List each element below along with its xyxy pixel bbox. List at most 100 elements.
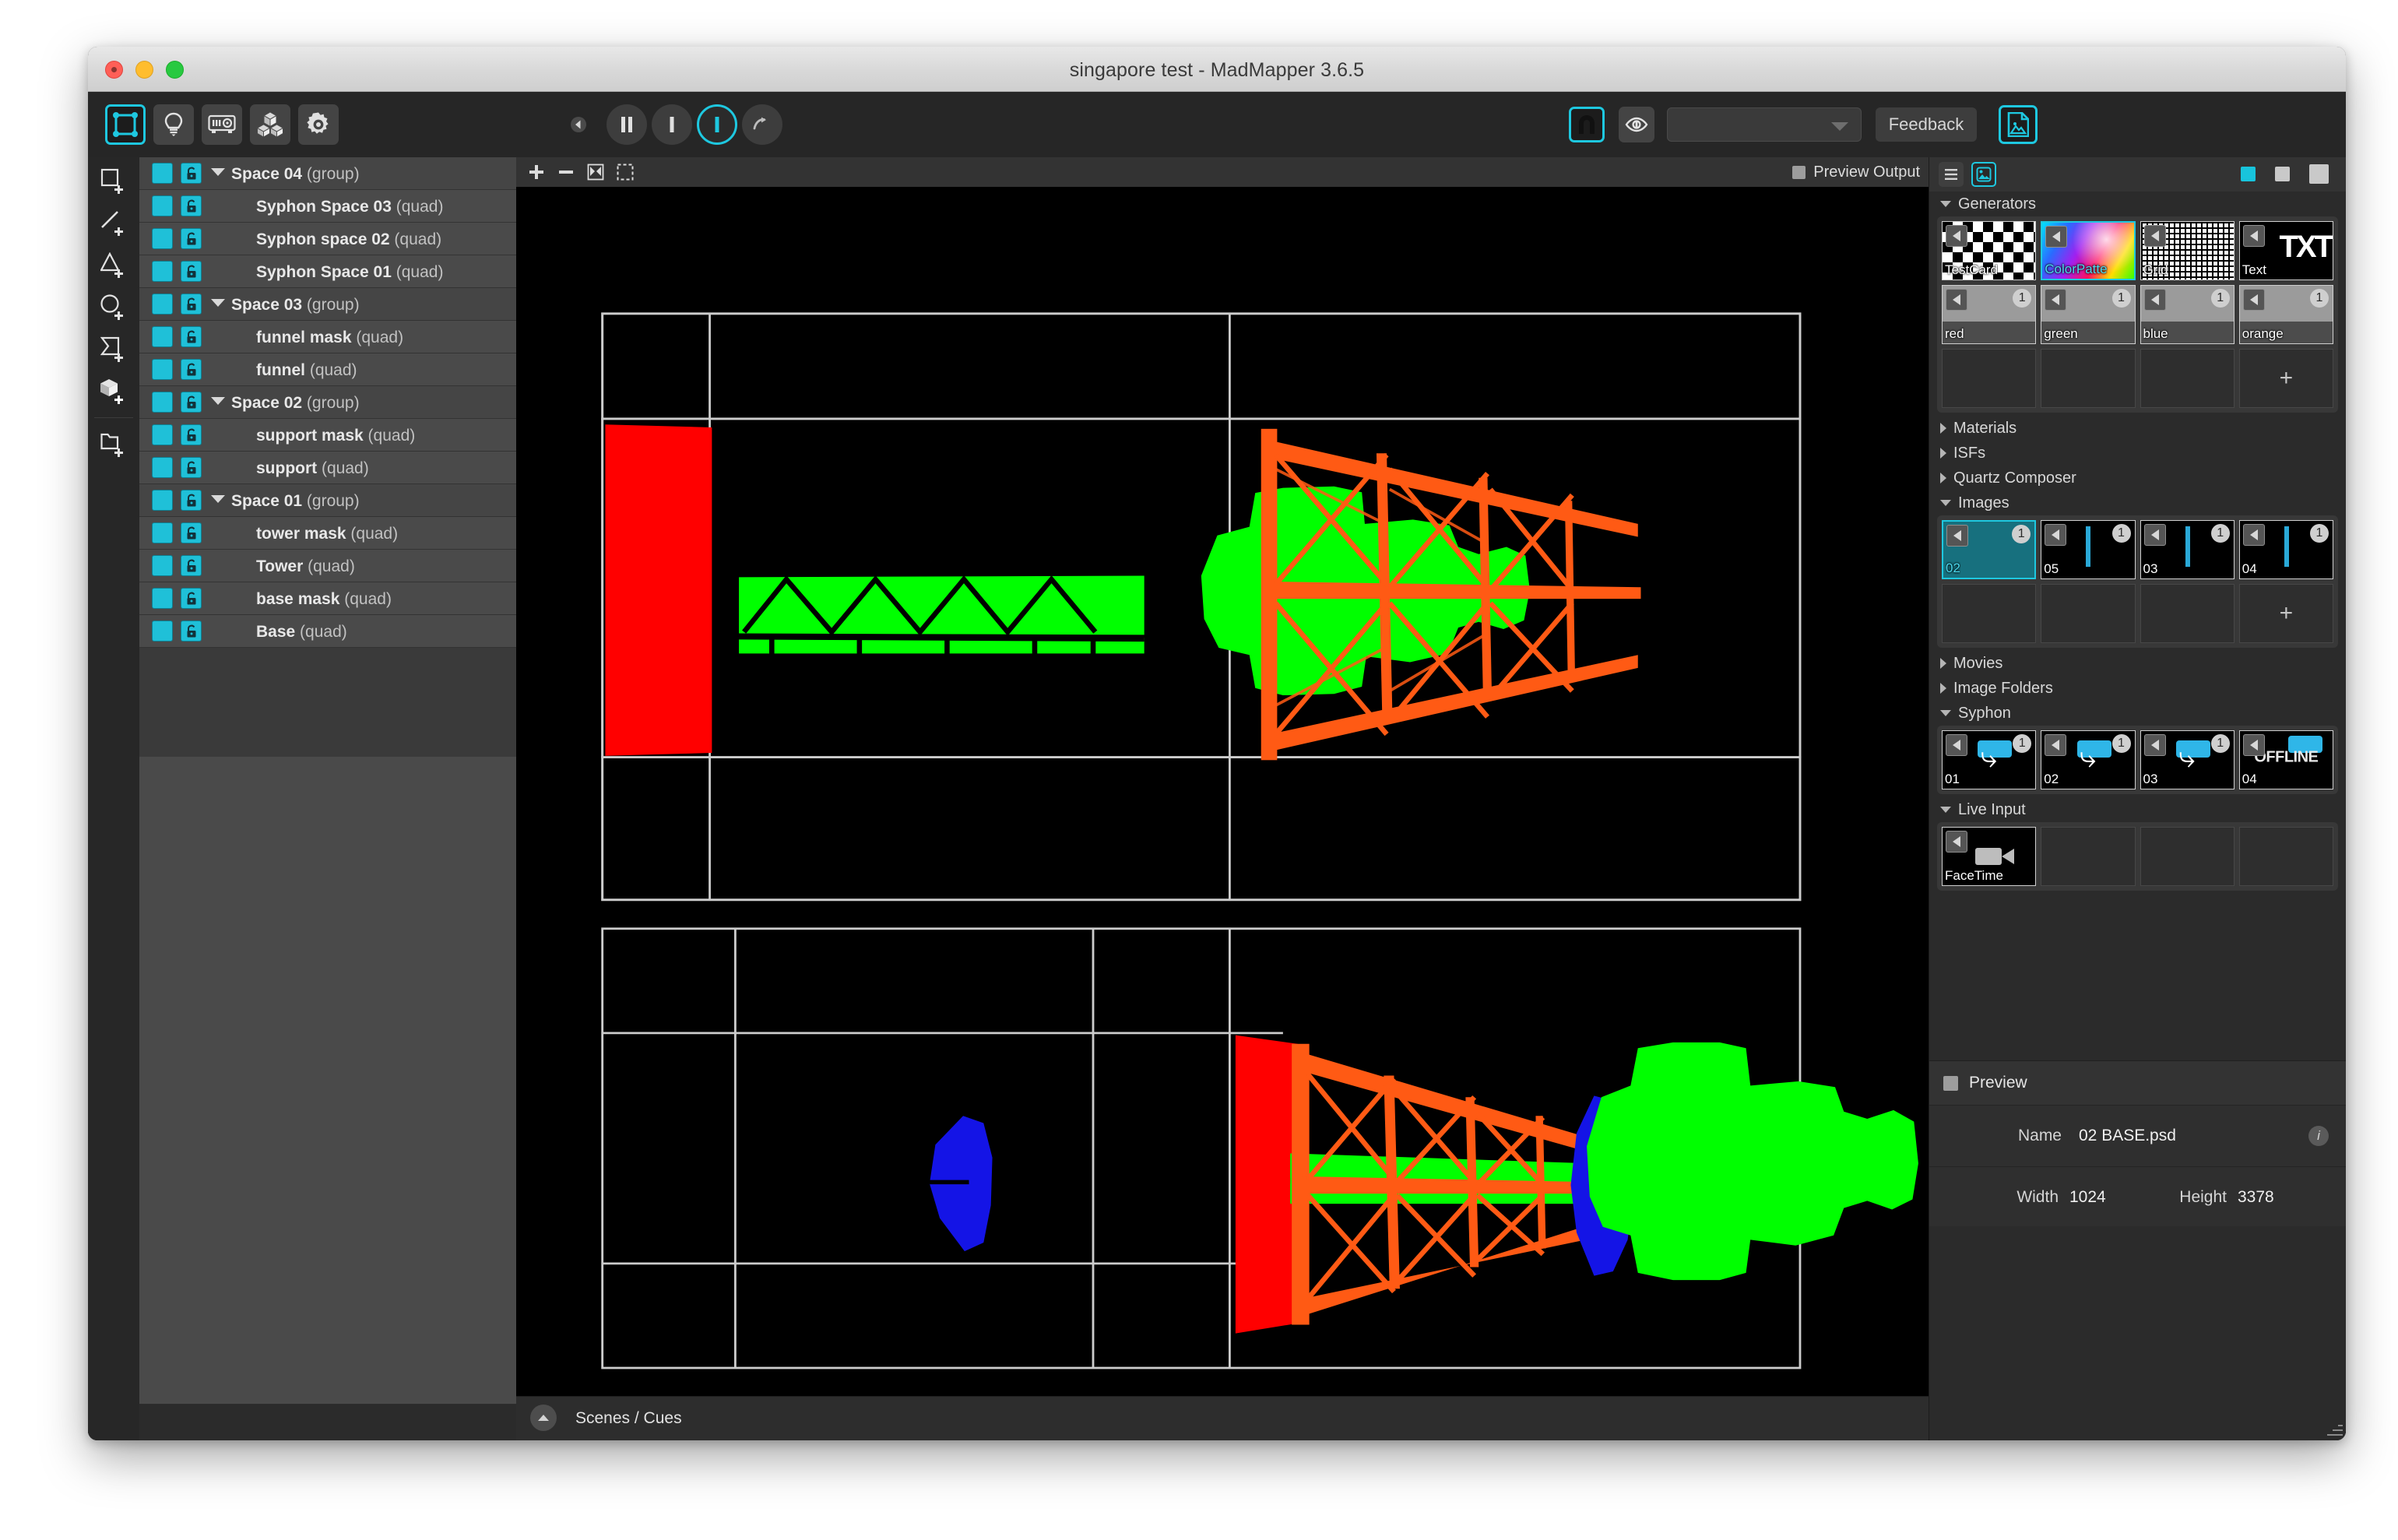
play-icon[interactable] (2045, 734, 2067, 756)
preview-header[interactable]: Preview (1929, 1061, 2346, 1106)
scenes-expand-button[interactable] (530, 1405, 557, 1431)
layer-visibility-swatch[interactable] (152, 163, 173, 184)
play-icon[interactable] (1946, 831, 1967, 853)
group-disclosure-triangle[interactable] (211, 495, 225, 503)
media-sections[interactable]: Generators TestCard ColorPatte Grid TXT Text 1… (1929, 192, 2346, 1056)
section-header-quartz-composer[interactable]: Quartz Composer (1929, 466, 2346, 490)
media-item[interactable]: 1 green (2041, 285, 2136, 344)
media-slot-empty[interactable] (2140, 349, 2234, 408)
layer-lock-toggle[interactable] (181, 424, 202, 445)
play-icon[interactable] (2242, 225, 2265, 247)
section-header-syphon[interactable]: Syphon (1929, 701, 2346, 726)
layer-lock-toggle[interactable] (181, 228, 202, 249)
layers-empty-area[interactable] (139, 757, 516, 1405)
thumb-small-button[interactable] (2241, 167, 2256, 181)
add-surface-button[interactable] (527, 163, 546, 181)
add-line-tool[interactable] (96, 206, 132, 241)
media-slot-empty[interactable] (1942, 584, 2037, 643)
list-view-button[interactable] (1939, 162, 1964, 187)
layer-row[interactable]: Base (quad) (139, 615, 516, 648)
media-item[interactable]: 1 orange (2238, 285, 2333, 344)
loop-button[interactable] (742, 104, 782, 145)
section-header-materials[interactable]: Materials (1929, 416, 2346, 441)
layer-row[interactable]: Syphon Space 01 (quad) (139, 255, 516, 288)
remove-surface-button[interactable] (557, 163, 575, 181)
play-icon[interactable] (1946, 225, 1967, 247)
layer-lock-toggle[interactable] (181, 326, 202, 347)
layer-visibility-swatch[interactable] (152, 522, 173, 543)
window-resize-grip[interactable] (2326, 1420, 2343, 1437)
add-mask-tool[interactable] (96, 332, 132, 367)
preview-output-toggle[interactable]: Preview Output (1792, 163, 1920, 181)
mapping-mode-button[interactable] (105, 104, 146, 145)
add-circle-tool[interactable] (96, 290, 132, 325)
group-disclosure-triangle[interactable] (211, 168, 225, 176)
preferences-button[interactable] (298, 104, 339, 145)
media-item[interactable]: ⤷ 1 03 (2140, 730, 2234, 789)
media-slot-empty[interactable] (2041, 584, 2136, 643)
group-disclosure-triangle[interactable] (211, 299, 225, 307)
play-icon[interactable] (2045, 289, 2067, 311)
play-icon[interactable] (1946, 289, 1967, 311)
media-item[interactable]: FaceTime (1942, 827, 2037, 886)
layer-visibility-swatch[interactable] (152, 195, 173, 216)
add-group-tool[interactable] (96, 427, 132, 462)
play-icon[interactable] (2143, 524, 2166, 546)
fit-view-button[interactable] (586, 163, 605, 181)
modules-mode-button[interactable] (250, 104, 290, 145)
layer-visibility-swatch[interactable] (152, 392, 173, 413)
snap-toggle-button[interactable] (1569, 107, 1605, 142)
media-slot-empty[interactable] (2140, 584, 2234, 643)
media-item[interactable]: 1 blue (2140, 285, 2234, 344)
layer-row[interactable]: Space 03 (group) (139, 288, 516, 321)
play-icon[interactable] (2143, 734, 2166, 756)
play-icon[interactable] (2242, 524, 2265, 546)
pause-button[interactable] (607, 104, 647, 145)
layer-row[interactable]: Space 02 (group) (139, 386, 516, 419)
layer-row[interactable]: Syphon space 02 (quad) (139, 223, 516, 255)
section-header-image-folders[interactable]: Image Folders (1929, 676, 2346, 701)
layer-visibility-swatch[interactable] (152, 359, 173, 380)
group-disclosure-triangle[interactable] (211, 397, 225, 405)
layer-visibility-swatch[interactable] (152, 490, 173, 511)
layer-visibility-swatch[interactable] (152, 326, 173, 347)
play-icon[interactable] (2143, 225, 2166, 247)
select-area-button[interactable] (616, 163, 635, 181)
layer-visibility-swatch[interactable] (152, 457, 173, 478)
thumb-large-button[interactable] (2309, 164, 2329, 184)
layer-visibility-swatch[interactable] (152, 294, 173, 315)
media-item[interactable]: TXT Text (2238, 221, 2333, 280)
play-icon[interactable] (1946, 734, 1967, 756)
media-item[interactable]: 1 05 (2041, 520, 2136, 579)
play-button[interactable] (697, 104, 737, 145)
layer-lock-toggle[interactable] (181, 522, 202, 543)
media-item[interactable]: 1 04 (2238, 520, 2333, 579)
add-media-icon[interactable]: + (2280, 602, 2294, 625)
preview-output-checkbox[interactable] (1792, 166, 1806, 179)
add-triangle-tool[interactable] (96, 248, 132, 283)
media-item[interactable]: ColorPatte (2041, 221, 2136, 280)
media-browser-toggle-button[interactable] (1999, 105, 2038, 144)
layer-lock-toggle[interactable] (181, 294, 202, 315)
layer-row[interactable]: Space 01 (group) (139, 484, 516, 517)
play-icon[interactable] (2242, 734, 2265, 756)
play-icon[interactable] (2242, 289, 2265, 311)
cue-button[interactable] (652, 104, 692, 145)
layer-lock-toggle[interactable] (181, 163, 202, 184)
add-quad-tool[interactable] (96, 163, 132, 199)
media-item[interactable]: OFFLINE 04 (2238, 730, 2333, 789)
media-item[interactable]: TestCard (1942, 221, 2037, 280)
layer-visibility-swatch[interactable] (152, 228, 173, 249)
media-slot-empty[interactable] (2238, 827, 2333, 886)
preview-checkbox[interactable] (1943, 1075, 1958, 1091)
media-item[interactable]: Grid (2140, 221, 2234, 280)
layer-lock-toggle[interactable] (181, 261, 202, 282)
layer-row[interactable]: Syphon Space 03 (quad) (139, 190, 516, 223)
media-slot-empty[interactable] (2140, 827, 2234, 886)
media-item[interactable]: 1 03 (2140, 520, 2234, 579)
layer-row[interactable]: funnel (quad) (139, 353, 516, 386)
output-mode-button[interactable] (202, 104, 242, 145)
section-header-generators[interactable]: Generators (1929, 192, 2346, 216)
media-item[interactable]: ⤷ 1 01 (1942, 730, 2037, 789)
layer-visibility-swatch[interactable] (152, 424, 173, 445)
